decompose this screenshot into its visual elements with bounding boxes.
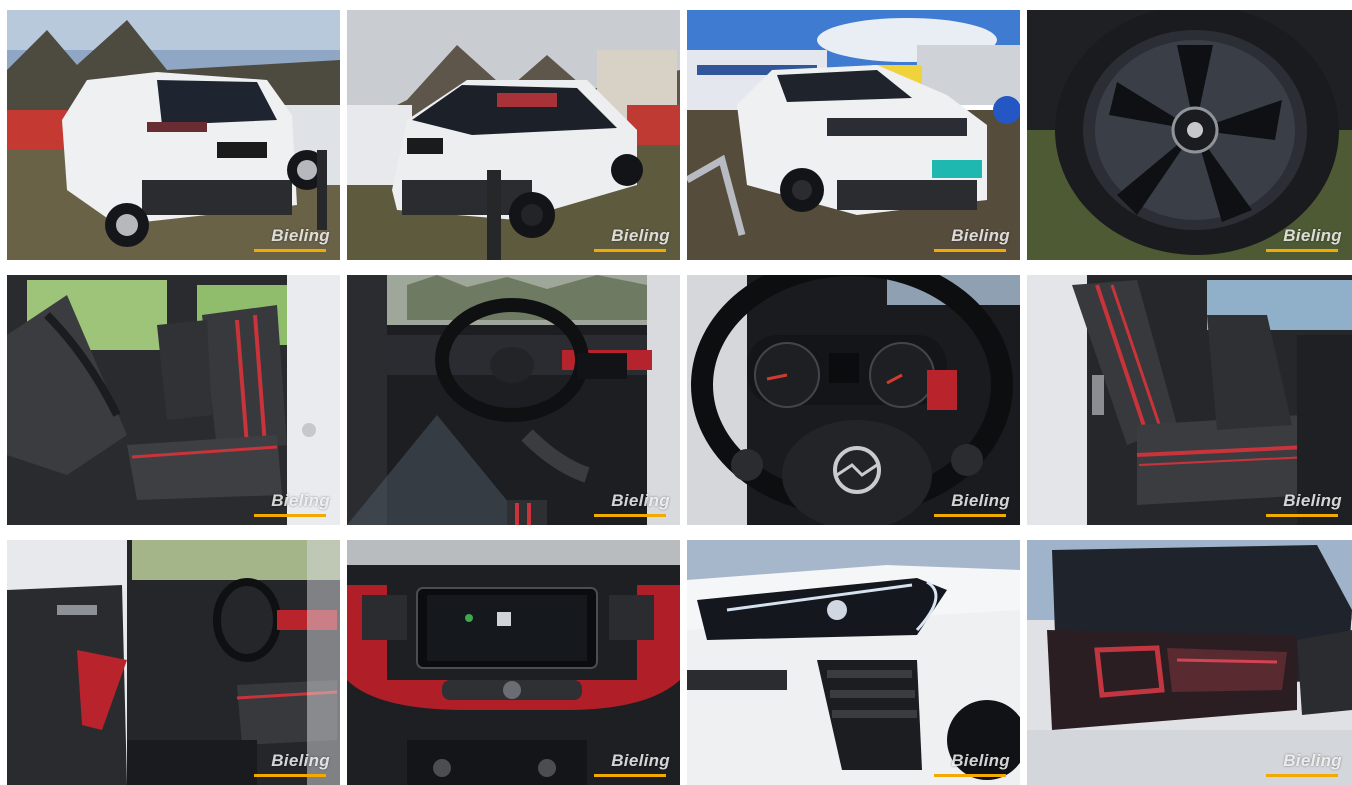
car-rear-image <box>347 10 680 260</box>
tail-light-image <box>1027 540 1352 785</box>
photo-gallery: Bieling Bieling Bieling Bieling Bieling … <box>0 0 1352 785</box>
seat-image <box>7 275 340 525</box>
steering-wheel-image <box>687 275 1020 525</box>
headlight-image <box>687 540 1020 785</box>
photo-steering-wheel-instruments[interactable]: Bieling <box>687 275 1020 525</box>
photo-door-interior[interactable]: Bieling <box>7 540 340 785</box>
photo-tail-light[interactable]: Bieling <box>1027 540 1352 785</box>
door-image <box>7 540 340 785</box>
car-rear-image <box>7 10 340 260</box>
photo-front-three-quarter[interactable]: Bieling <box>687 10 1020 260</box>
wheel-image <box>1027 10 1352 260</box>
photo-rear-seats[interactable]: Bieling <box>1027 275 1352 525</box>
photo-headlight[interactable]: Bieling <box>687 540 1020 785</box>
photo-rear-three-quarter-right[interactable]: Bieling <box>347 10 680 260</box>
photo-dashboard-cockpit[interactable]: Bieling <box>347 275 680 525</box>
car-front-image <box>687 10 1020 260</box>
photo-driver-seat[interactable]: Bieling <box>7 275 340 525</box>
photo-alloy-wheel[interactable]: Bieling <box>1027 10 1352 260</box>
cockpit-image <box>347 275 680 525</box>
photo-infotainment-screen[interactable]: Bieling <box>347 540 680 785</box>
infotainment-image <box>347 540 680 785</box>
photo-rear-three-quarter-left[interactable]: Bieling <box>7 10 340 260</box>
rear-seat-image <box>1027 275 1352 525</box>
